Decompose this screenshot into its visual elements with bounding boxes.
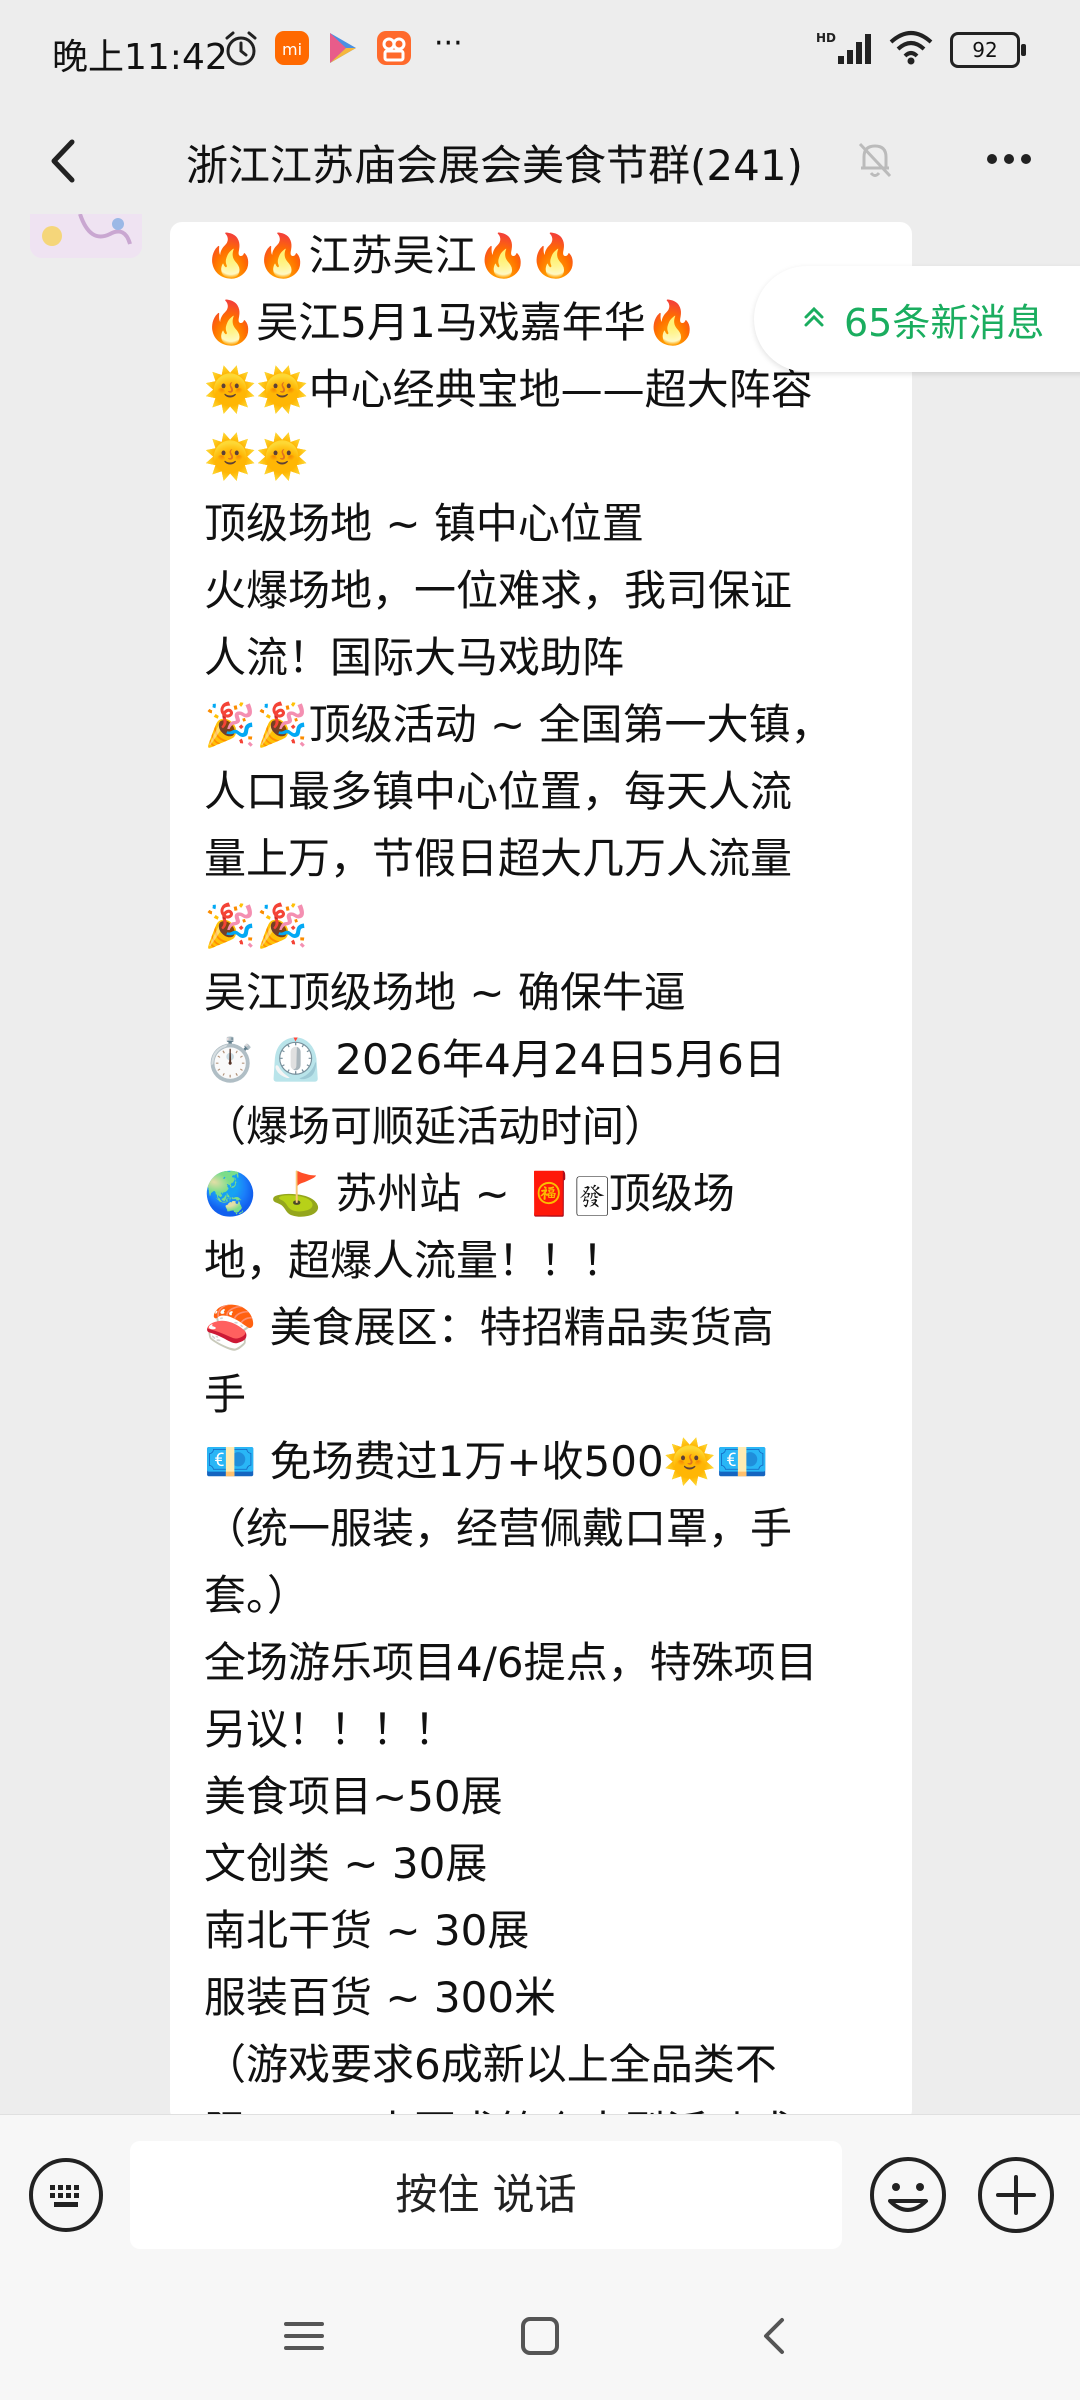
- message-line: 顶级场地 ~ 镇中心位置: [204, 499, 644, 548]
- wifi-icon: [888, 30, 934, 70]
- chat-message-list[interactable]: 🔥🔥江苏吴江🔥🔥 🔥吴江5月1马戏嘉年华🔥 🌞🌞中心经典宝地——超大阵容 🌞🌞 顶级场…: [0, 214, 1080, 2114]
- plus-icon: [978, 2157, 1054, 2233]
- message-line: 文创类 ~ 30展: [204, 1839, 488, 1888]
- hold-to-talk-button[interactable]: 按住 说话: [130, 2141, 842, 2249]
- svg-text:mi: mi: [282, 40, 302, 59]
- message-line: 🍣 美食展区：特招精品卖货高: [204, 1303, 774, 1352]
- message-line: （爆场可顺延活动时间）: [204, 1102, 667, 1151]
- emoji-icon: [870, 2157, 946, 2233]
- message-line: 🎉🎉顶级活动 ~ 全国第一大镇，: [204, 700, 833, 749]
- keyboard-toggle-button[interactable]: [26, 2155, 106, 2235]
- input-bar: 按住 说话: [0, 2114, 1080, 2275]
- menu-icon: [284, 2322, 324, 2350]
- battery-indicator: 92: [950, 32, 1026, 68]
- chat-screen: 晚上11:42 mi ··· HD 92 浙江江苏庙会展会美食节群(241) 🔥…: [0, 0, 1080, 2400]
- new-messages-button[interactable]: 65条新消息: [754, 266, 1080, 372]
- nav-back-icon: [764, 2318, 784, 2354]
- message-line: 人口最多镇中心位置，每天人流: [204, 767, 793, 816]
- message-line: 手: [204, 1370, 247, 1419]
- message-line: 全场游乐项目4/6提点，特殊项目: [204, 1638, 818, 1687]
- message-line: 吴江顶级场地 ~ 确保牛逼: [204, 968, 686, 1017]
- message-line: 服装百货 ~ 300米: [204, 1973, 557, 2022]
- message-line: 另议！！！！: [204, 1705, 457, 1754]
- message-line: 🌞🌞: [204, 432, 309, 481]
- back-button[interactable]: [36, 126, 106, 196]
- message-line: 南北干货 ~ 30展: [204, 1906, 530, 1955]
- video-app-icon: [376, 30, 412, 70]
- home-square-icon: [521, 2317, 559, 2355]
- message-line: ⏱️ ⏲️ 2026年4月24日5月6日: [204, 1035, 786, 1084]
- status-more-dots: ···: [434, 26, 463, 61]
- home-button[interactable]: [518, 2314, 562, 2362]
- message-line: （游戏要求6成新以上全品类不: [204, 2040, 777, 2089]
- message-line: 地，超爆人流量！！！: [204, 1236, 625, 1285]
- chat-header: 浙江江苏庙会展会美食节群(241): [0, 104, 1080, 214]
- back-arrow-icon: [51, 139, 75, 183]
- mute-bell-icon: [852, 136, 898, 186]
- keyboard-icon: [29, 2158, 103, 2232]
- message-line: 量上万，节假日超大几万人流量: [204, 834, 793, 883]
- message-line: 美食项目~50展: [204, 1772, 503, 1821]
- message-line: 限！！四电要求简介大型活动或: [204, 2098, 904, 2114]
- message-line: 套。）: [204, 1571, 310, 1620]
- message-line: 🌏 ⛳ 苏州站 ~ 🧧🀅顶级场: [204, 1169, 735, 1218]
- signal-icon: HD: [816, 30, 872, 70]
- message-line: 火爆场地，一位难求，我司保证: [204, 566, 793, 615]
- more-dots-icon: [987, 154, 1031, 164]
- message-line: （统一服装，经营佩戴口罩，手: [204, 1504, 793, 1553]
- group-title: 浙江江苏庙会展会美食节群(241): [186, 141, 803, 190]
- svg-text:HD: HD: [816, 31, 836, 45]
- sender-avatar[interactable]: [30, 214, 142, 258]
- message-bubble[interactable]: 🔥🔥江苏吴江🔥🔥 🔥吴江5月1马戏嘉年华🔥 🌞🌞中心经典宝地——超大阵容 🌞🌞 顶级场…: [170, 222, 912, 2114]
- recents-button[interactable]: [282, 2314, 326, 2362]
- alarm-clock-icon: [222, 30, 260, 72]
- nav-back-button[interactable]: [754, 2314, 798, 2362]
- message-line: 🎉🎉: [204, 901, 309, 950]
- play-store-icon: [326, 30, 360, 70]
- emoji-button[interactable]: [866, 2153, 950, 2237]
- more-options-button[interactable]: [974, 134, 1044, 184]
- system-navigation-bar: [0, 2274, 1080, 2400]
- status-bar: 晚上11:42 mi ··· HD 92: [0, 0, 1080, 104]
- message-line: 💶 免场费过1万+收500🌞💶: [204, 1437, 769, 1486]
- status-right-group: HD 92: [816, 30, 1026, 70]
- message-text: 🔥🔥江苏吴江🔥🔥 🔥吴江5月1马戏嘉年华🔥 🌞🌞中心经典宝地——超大阵容 🌞🌞 顶级场…: [204, 222, 904, 2114]
- new-messages-label: 65条新消息: [844, 300, 1045, 345]
- message-line: 人流！国际大马戏助阵: [204, 633, 625, 682]
- more-actions-button[interactable]: [974, 2153, 1058, 2237]
- status-time: 晚上11:42: [52, 37, 228, 78]
- mi-app-icon: mi: [274, 30, 310, 70]
- double-chevron-up-icon: [802, 303, 826, 335]
